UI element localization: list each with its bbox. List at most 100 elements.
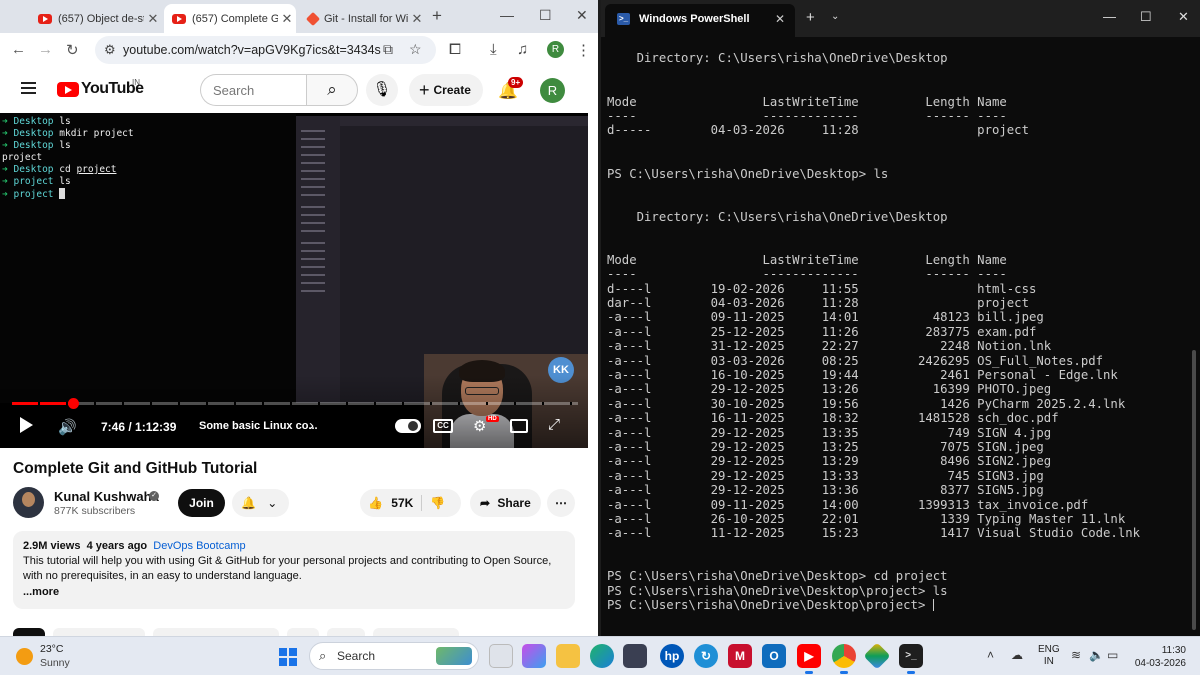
close-tab-icon[interactable]: ✕ — [278, 11, 296, 27]
site-settings-icon[interactable]: ⚙ — [104, 42, 116, 58]
updates-icon[interactable]: ↻ — [694, 644, 718, 668]
forward-icon[interactable]: → — [38, 41, 53, 58]
chip[interactable] — [287, 628, 319, 636]
language-indicator[interactable]: ENG IN — [1038, 644, 1060, 668]
youtube-logo-icon[interactable] — [57, 82, 79, 97]
join-button[interactable]: Join — [178, 489, 225, 517]
terminal-output[interactable]: Directory: C:\Users\risha\OneDrive\Deskt… — [607, 37, 1193, 613]
close-tab-icon[interactable]: ✕ — [775, 4, 785, 35]
extensions-icon[interactable]: ⧠ — [449, 41, 461, 58]
subscribed-notifications-button[interactable]: 🔔 ⌄ — [232, 489, 289, 517]
terminal-line: -a---l 16-11-2025 18:32 1481528 sch_doc.… — [607, 411, 1059, 426]
minimize-icon[interactable]: — — [1103, 9, 1116, 24]
dislike-button[interactable]: 👎 — [430, 489, 445, 517]
terminal-line: PS C:\Users\risha\OneDrive\Desktop\proje… — [607, 598, 934, 613]
onedrive-status-icon[interactable]: ☁ — [1011, 648, 1023, 662]
task-view-icon[interactable] — [489, 644, 513, 668]
weather-temperature[interactable]: 23°C — [40, 643, 63, 655]
minimize-icon[interactable]: — — [500, 7, 514, 23]
show-hidden-icons-chevron-up-icon[interactable]: ˄ — [987, 648, 994, 662]
address-bar[interactable]: ⚙ youtube.com/watch?v=apGV9Kg7ics&t=3434… — [95, 36, 436, 64]
search-input[interactable] — [213, 75, 309, 105]
more-actions-button[interactable]: ⋯ — [547, 489, 575, 517]
install-app-icon[interactable]: ⧉ — [383, 41, 393, 58]
captions-button[interactable]: CC — [433, 419, 453, 433]
chip[interactable] — [53, 628, 145, 636]
like-button[interactable]: 👍 57K — [360, 489, 421, 517]
voice-search-button[interactable]: 🎙 — [366, 74, 398, 106]
channel-avatar[interactable] — [13, 487, 44, 518]
mcafee-icon[interactable]: M — [728, 644, 752, 668]
progress-bar[interactable] — [12, 398, 578, 409]
description-box[interactable]: 2.9M views 4 years ago DevOps Bootcamp T… — [13, 531, 575, 609]
battery-icon[interactable]: ▭ — [1107, 648, 1118, 662]
file-explorer-icon[interactable] — [556, 644, 580, 668]
terminal-app-icon[interactable]: >_ — [899, 644, 923, 674]
share-button[interactable]: ➦ Share — [470, 489, 541, 517]
speaker-icon[interactable]: 🔈 — [1089, 648, 1104, 662]
microsoft-store-icon[interactable] — [623, 644, 647, 668]
close-tab-icon[interactable]: ✕ — [408, 11, 426, 27]
close-window-icon[interactable]: ✕ — [576, 7, 588, 24]
tab-complete-git[interactable]: (657) Complete Gi ✕ — [164, 4, 296, 33]
video-player[interactable]: ➜ Desktop ls ➜ Desktop mkdir project ➜ Des… — [0, 113, 588, 448]
chip[interactable] — [327, 628, 365, 636]
channel-name[interactable]: Kunal Kushwaha — [54, 489, 159, 504]
chapter-title[interactable]: Some basic Linux co... — [199, 420, 318, 432]
reload-icon[interactable]: ↻ — [66, 41, 79, 59]
profile-avatar[interactable]: R — [547, 41, 564, 58]
menu-kebab-icon[interactable]: ⋮ — [576, 41, 591, 59]
clock-time: 11:30 — [1161, 645, 1186, 656]
weather-condition[interactable]: Sunny — [40, 657, 70, 669]
bookmark-star-icon[interactable]: ☆ — [409, 41, 422, 58]
system-clock[interactable]: 11:30 04-03-2026 — [1130, 644, 1186, 670]
chip[interactable] — [153, 628, 279, 636]
close-window-icon[interactable]: ✕ — [1178, 9, 1189, 25]
volume-icon[interactable]: 🔊 — [58, 418, 77, 436]
edge-icon[interactable] — [590, 644, 614, 668]
scrubber-handle[interactable] — [67, 398, 79, 409]
scrollbar-thumb[interactable] — [1192, 350, 1196, 630]
youtube-app-icon[interactable]: ▶ — [797, 644, 821, 674]
tab-git-install[interactable]: Git - Install for Wi ✕ — [298, 4, 426, 33]
hamburger-menu-icon[interactable] — [21, 82, 36, 94]
media-controls-icon[interactable]: ♫ — [517, 41, 528, 58]
taskbar-search[interactable]: ⌕ Search — [309, 642, 479, 670]
play-icon[interactable] — [20, 417, 33, 433]
chip[interactable] — [13, 628, 45, 636]
new-tab-button[interactable]: + — [432, 6, 442, 26]
outlook-icon[interactable]: O — [762, 644, 786, 668]
account-avatar[interactable]: R — [540, 78, 565, 103]
chrome-icon[interactable] — [832, 644, 856, 674]
wifi-icon[interactable]: ≋ — [1071, 648, 1081, 662]
maximize-icon[interactable]: ☐ — [539, 7, 552, 24]
terminal-tab[interactable]: >_ Windows PowerShell ✕ — [605, 4, 795, 37]
autoplay-toggle[interactable] — [395, 419, 421, 433]
chevron-right-icon[interactable]: › — [309, 417, 314, 434]
search-button[interactable]: ⌕ — [306, 74, 358, 106]
maximize-icon[interactable]: ☐ — [1140, 9, 1152, 25]
back-icon[interactable]: ← — [11, 41, 26, 58]
settings-gear-icon[interactable]: ⚙ — [473, 417, 486, 435]
chip[interactable] — [373, 628, 459, 636]
create-button[interactable]: + Create — [409, 74, 483, 106]
prompt-arrow: ➜ — [2, 189, 8, 200]
copilot-icon[interactable] — [522, 644, 546, 668]
sun-weather-icon[interactable] — [16, 648, 33, 665]
miniplayer-icon[interactable] — [510, 419, 528, 433]
terminal-line: d----- 04-03-2026 11:28 project — [607, 123, 1029, 138]
fullscreen-icon[interactable]: ⤢ — [548, 416, 560, 433]
terminal-scrollbar[interactable] — [1192, 40, 1196, 634]
show-more-link[interactable]: ...more — [23, 585, 565, 600]
hp-icon[interactable]: hp — [660, 644, 684, 668]
downloads-icon[interactable]: ⤓ — [490, 41, 497, 58]
new-tab-icon[interactable]: + — [806, 9, 815, 26]
close-tab-icon[interactable]: ✕ — [144, 11, 162, 27]
hashtag-link[interactable]: DevOps Bootcamp — [153, 540, 245, 552]
gemini-icon[interactable] — [863, 642, 891, 670]
chevron-down-icon[interactable]: ⌄ — [831, 11, 839, 22]
start-button[interactable] — [279, 648, 297, 666]
tab-object-destructuring[interactable]: (657) Object de-st ✕ — [30, 4, 162, 33]
